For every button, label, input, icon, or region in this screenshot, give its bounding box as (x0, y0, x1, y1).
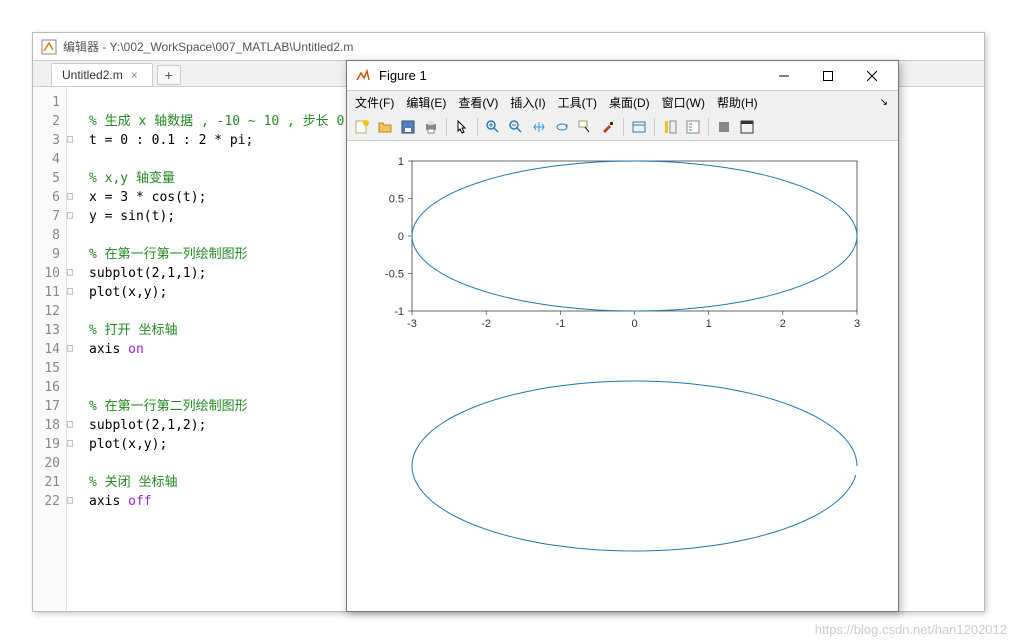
link-icon[interactable] (628, 116, 650, 138)
new-figure-icon[interactable] (351, 116, 373, 138)
menu-overflow-icon[interactable]: ↘ (874, 95, 896, 110)
save-icon[interactable] (397, 116, 419, 138)
svg-text:-1: -1 (394, 306, 404, 318)
svg-text:-1: -1 (555, 318, 565, 330)
print-icon[interactable] (420, 116, 442, 138)
datacursor-icon[interactable] (574, 116, 596, 138)
figure-window: Figure 1 文件(F) 编辑(E) 查看(V) 插入(I) 工具(T) 桌… (346, 60, 899, 612)
toolbar-separator (477, 118, 478, 136)
figure-canvas: -3 -2 -1 0 1 2 3 -1 -0.5 0 0.5 1 (347, 141, 898, 611)
rotate3d-icon[interactable] (551, 116, 573, 138)
editor-tab[interactable]: Untitled2.m × (51, 63, 153, 86)
pan-icon[interactable] (528, 116, 550, 138)
svg-text:3: 3 (854, 318, 860, 330)
menu-edit[interactable]: 编辑(E) (400, 92, 452, 113)
figure-title: Figure 1 (379, 68, 762, 83)
zoom-in-icon[interactable] (482, 116, 504, 138)
svg-text:0: 0 (631, 318, 637, 330)
toolbar-separator (708, 118, 709, 136)
menu-view[interactable]: 查看(V) (452, 92, 504, 113)
svg-text:2: 2 (780, 318, 786, 330)
close-button[interactable] (850, 62, 894, 90)
line-number-gutter: 12345678910111213141516171819202122 (33, 87, 67, 611)
svg-text:-3: -3 (407, 318, 417, 330)
svg-text:-2: -2 (481, 318, 491, 330)
minimize-button[interactable] (762, 62, 806, 90)
svg-text:-0.5: -0.5 (385, 269, 404, 281)
zoom-out-icon[interactable] (505, 116, 527, 138)
menu-tools[interactable]: 工具(T) (552, 92, 603, 113)
svg-text:0: 0 (398, 231, 404, 243)
menu-window[interactable]: 窗口(W) (656, 92, 711, 113)
open-icon[interactable] (374, 116, 396, 138)
figure-titlebar: Figure 1 (347, 61, 898, 91)
plot-area: -3 -2 -1 0 1 2 3 -1 -0.5 0 0.5 1 (347, 141, 898, 611)
legend-icon[interactable] (682, 116, 704, 138)
editor-title-text: 编辑器 - Y:\002_WorkSpace\007_MATLAB\Untitl… (63, 38, 353, 55)
colorbar-icon[interactable] (659, 116, 681, 138)
matlab-app-icon (355, 68, 371, 84)
menu-insert[interactable]: 插入(I) (504, 92, 551, 113)
toolbar-separator (623, 118, 624, 136)
svg-text:1: 1 (398, 156, 404, 168)
brush-icon[interactable] (597, 116, 619, 138)
svg-text:1: 1 (706, 318, 712, 330)
hide-icon[interactable] (713, 116, 735, 138)
dock-icon[interactable] (736, 116, 758, 138)
watermark-text: https://blog.csdn.net/han1202012 (815, 622, 1007, 637)
editor-titlebar: 编辑器 - Y:\002_WorkSpace\007_MATLAB\Untitl… (33, 33, 984, 61)
toolbar-separator (654, 118, 655, 136)
tab-label: Untitled2.m (62, 68, 123, 82)
editor-app-icon (41, 39, 57, 55)
menu-desktop[interactable]: 桌面(D) (603, 92, 656, 113)
pointer-icon[interactable] (451, 116, 473, 138)
figure-toolbar (347, 113, 898, 141)
figure-menubar: 文件(F) 编辑(E) 查看(V) 插入(I) 工具(T) 桌面(D) 窗口(W… (347, 91, 898, 113)
svg-text:0.5: 0.5 (389, 194, 404, 206)
menu-help[interactable]: 帮助(H) (711, 92, 764, 113)
toolbar-separator (446, 118, 447, 136)
new-tab-button[interactable]: + (157, 65, 181, 85)
maximize-button[interactable] (806, 62, 850, 90)
tab-close-icon[interactable]: × (131, 68, 138, 82)
menu-file[interactable]: 文件(F) (349, 92, 400, 113)
